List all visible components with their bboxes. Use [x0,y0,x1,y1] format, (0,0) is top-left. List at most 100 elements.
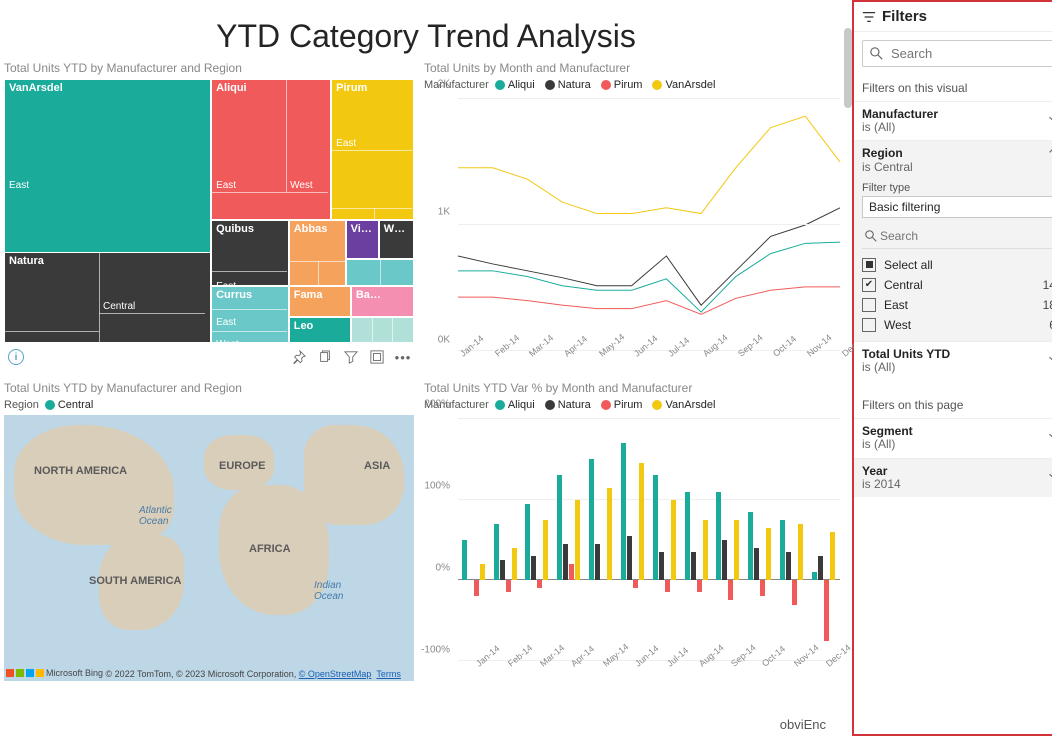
bar[interactable] [653,475,658,580]
bar[interactable] [595,544,600,580]
bar[interactable] [703,520,708,581]
filter-type-select[interactable]: Basic filtering⌄ [862,196,1052,218]
bar[interactable] [754,548,759,580]
bar[interactable] [621,443,626,580]
filters-search-input[interactable] [889,45,1052,62]
filter-card[interactable]: Yearis 2014⌄ [854,458,1052,497]
bar[interactable] [557,475,562,580]
treemap-cell[interactable]: Vi… [346,220,379,260]
bar[interactable] [512,548,517,580]
filter-values-search-input[interactable] [878,228,1052,244]
map-visual[interactable]: Total Units YTD by Manufacturer and Regi… [4,381,414,681]
bar[interactable] [792,580,797,604]
bar[interactable] [531,556,536,580]
filters-search[interactable] [862,40,1052,67]
treemap-cell[interactable]: AliquiEastWestCentral [211,79,331,220]
bar-chart-plot[interactable]: -100%0%100%200% Jan-14Feb-14Mar-14Apr-14… [424,415,844,681]
treemap-plot[interactable]: VanArsdelEastCentralWestAliquiEastWestCe… [4,79,414,343]
bar[interactable] [697,580,702,592]
bar[interactable] [494,524,499,580]
filter-icon[interactable] [344,350,358,364]
bar[interactable] [627,536,632,580]
bar[interactable] [569,564,574,580]
chevron-down-icon[interactable]: ⌄ [1046,465,1052,481]
filter-card[interactable]: Total Units YTDis (All)⌄ [854,341,1052,380]
bar[interactable] [525,504,530,581]
bar[interactable] [734,520,739,581]
bar[interactable] [671,500,676,581]
treemap-cell[interactable]: W… [379,220,414,260]
bar[interactable] [780,520,785,581]
line-series[interactable] [458,287,840,314]
bar[interactable] [760,580,765,596]
bar[interactable] [607,488,612,581]
legend-item[interactable]: Pirum [601,399,643,411]
filter-option[interactable]: Central14512 [862,275,1052,295]
osm-link[interactable]: © OpenStreetMap [299,669,372,679]
chevron-down-icon[interactable]: ⌄ [1046,108,1052,124]
bar[interactable] [824,580,829,641]
legend-item[interactable]: VanArsdel [652,399,715,411]
line-chart-visual[interactable]: Total Units by Month and Manufacturer Ma… [424,61,844,371]
filter-values-search[interactable] [862,224,1052,249]
checkbox[interactable] [862,318,876,332]
bar[interactable] [633,580,638,588]
treemap-cell[interactable]: CurrusEastWest [211,286,289,343]
bar[interactable] [537,580,542,588]
terms-link[interactable]: Terms [376,669,401,679]
filter-card[interactable]: Segmentis (All)⌄ [854,418,1052,457]
treemap-cell[interactable]: PirumEastWestCen… [331,79,414,220]
legend-item[interactable]: VanArsdel [652,79,715,91]
bar[interactable] [818,556,823,580]
canvas-scrollbar[interactable] [844,28,852,108]
bar[interactable] [716,492,721,581]
treemap-cell[interactable]: Leo [289,317,351,343]
checkbox[interactable] [862,298,876,312]
filter-option[interactable]: Select all [862,255,1052,275]
bar[interactable] [575,500,580,581]
line-series[interactable] [458,242,840,312]
filter-option[interactable]: East18929 [862,295,1052,315]
bar[interactable] [728,580,733,600]
bar[interactable] [639,463,644,580]
legend-item[interactable]: Pirum [601,79,643,91]
bar[interactable] [480,564,485,580]
treemap-cell[interactable]: Ba… [351,286,414,317]
filter-card[interactable]: Regionis Central⌃Filter typeBasic filter… [854,140,1052,340]
treemap-cell[interactable]: Fama [289,286,351,317]
bar[interactable] [543,520,548,581]
line-series[interactable] [458,208,840,305]
bar[interactable] [748,512,753,581]
chevron-up-icon[interactable]: ⌃ [1046,147,1052,163]
filter-option[interactable]: West6507 [862,315,1052,335]
filter-card[interactable]: Manufactureris (All)⌄ [854,101,1052,140]
treemap-cell[interactable] [346,259,414,285]
focus-icon[interactable] [370,350,384,364]
bar[interactable] [506,580,511,592]
bar[interactable] [685,492,690,581]
treemap-cell[interactable] [351,317,414,343]
pin-icon[interactable] [292,350,306,364]
bar[interactable] [462,540,467,580]
bar[interactable] [766,528,771,580]
bar[interactable] [659,552,664,580]
more-icon[interactable]: ••• [396,350,410,364]
treemap-cell[interactable]: Abbas [289,220,346,286]
info-icon[interactable]: i [8,349,24,365]
bar[interactable] [798,524,803,580]
legend-item[interactable]: Natura [545,79,591,91]
chevron-down-icon[interactable]: ⌄ [1046,348,1052,364]
checkbox[interactable] [862,258,876,272]
legend-item[interactable]: Natura [545,399,591,411]
checkbox[interactable] [862,278,876,292]
bar[interactable] [589,459,594,580]
bar-chart-visual[interactable]: Total Units YTD Var % by Month and Manuf… [424,381,844,681]
bar[interactable] [563,544,568,580]
bar[interactable] [500,560,505,580]
bar[interactable] [691,552,696,580]
bar[interactable] [665,580,670,592]
copy-icon[interactable] [318,350,332,364]
legend-item[interactable]: Aliqui [495,399,535,411]
map-canvas[interactable]: NORTH AMERICA SOUTH AMERICA EUROPE AFRIC… [4,415,414,681]
bar[interactable] [722,540,727,580]
